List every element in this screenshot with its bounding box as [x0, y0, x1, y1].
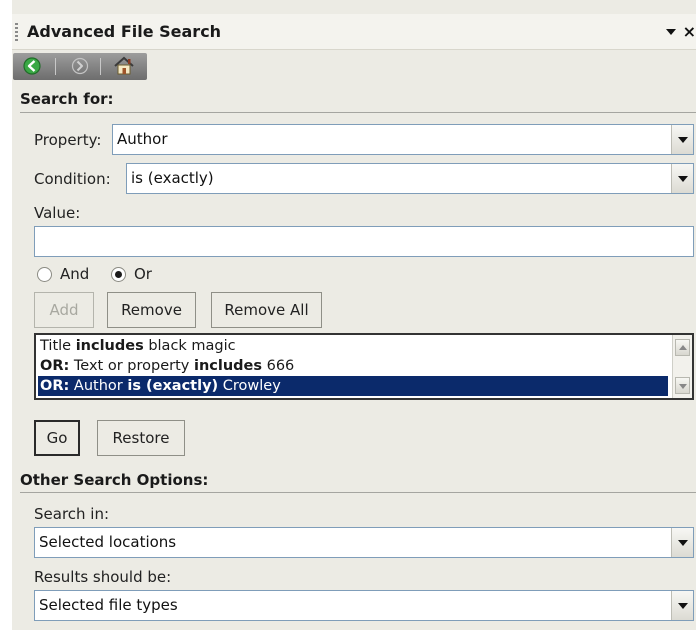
other-search-options-header: Other Search Options: [20, 471, 209, 489]
value-label: Value: [34, 204, 81, 222]
section-divider [20, 492, 696, 493]
list-item[interactable]: OR: Text or property includes 666 [38, 356, 668, 376]
search-in-value: Selected locations [39, 533, 177, 551]
add-button[interactable]: Add [34, 292, 94, 328]
restore-button[interactable]: Restore [97, 420, 185, 456]
toolbar-separator [100, 58, 101, 75]
back-button[interactable] [21, 56, 43, 76]
menu-arrow-icon[interactable] [666, 29, 676, 35]
nav-toolbar [12, 50, 696, 80]
search-in-dropdown[interactable]: Selected locations [34, 527, 694, 558]
property-dropdown[interactable]: Author [112, 124, 694, 155]
title-bar: Advanced File Search × [12, 14, 696, 50]
section-divider [20, 112, 696, 113]
condition-dropdown[interactable]: is (exactly) [126, 163, 694, 194]
go-button[interactable]: Go [34, 420, 80, 456]
close-icon[interactable]: × [683, 22, 696, 41]
scroll-down-icon[interactable] [675, 377, 690, 394]
results-dropdown[interactable]: Selected file types [34, 590, 694, 621]
search-for-header: Search for: [20, 90, 114, 108]
list-item[interactable]: Title includes black magic [38, 336, 668, 356]
results-value: Selected file types [39, 596, 178, 614]
back-arrow-icon [23, 57, 41, 75]
condition-value: is (exactly) [131, 169, 214, 187]
criteria-listbox[interactable]: Title includes black magic OR: Text or p… [34, 333, 694, 400]
remove-button[interactable]: Remove [107, 292, 196, 328]
forward-arrow-icon [71, 57, 89, 75]
chevron-down-icon[interactable] [671, 164, 693, 193]
forward-button[interactable] [69, 56, 91, 76]
scrollbar[interactable] [672, 335, 692, 398]
search-in-label: Search in: [34, 505, 110, 523]
home-button[interactable] [113, 56, 135, 76]
value-input[interactable] [34, 226, 694, 257]
advanced-file-search-pane: Advanced File Search × Search for: Prope… [12, 0, 696, 630]
and-label: And [60, 265, 90, 283]
remove-all-button[interactable]: Remove All [211, 292, 322, 328]
scroll-up-icon[interactable] [675, 339, 690, 356]
home-icon [114, 56, 134, 75]
nav-button-group [13, 53, 147, 80]
or-radio[interactable] [111, 267, 126, 282]
chevron-down-icon[interactable] [671, 125, 693, 154]
and-radio[interactable] [37, 267, 52, 282]
property-value: Author [117, 130, 168, 148]
or-label: Or [134, 265, 152, 283]
condition-label: Condition: [34, 170, 111, 188]
results-label: Results should be: [34, 568, 172, 586]
chevron-down-icon[interactable] [671, 591, 693, 620]
chevron-down-icon[interactable] [671, 528, 693, 557]
grip-icon[interactable] [15, 23, 18, 41]
property-label: Property: [34, 131, 102, 149]
toolbar-separator [55, 58, 56, 75]
pane-title: Advanced File Search [27, 22, 222, 41]
list-item-selected[interactable]: OR: Author is (exactly) Crowley [38, 376, 668, 396]
